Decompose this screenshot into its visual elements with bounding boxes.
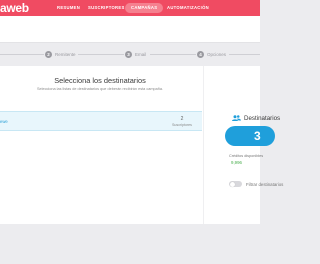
list-subscriber-label: Suscriptores — [172, 123, 192, 127]
nav-item-automatizacion[interactable]: AUTOMATIZACIÓN — [167, 0, 209, 16]
nav-item-campanas[interactable]: CAMPAÑAS — [131, 0, 157, 16]
step-number: 3 — [125, 50, 132, 58]
filter-label: Filtrar destinatarios — [246, 181, 284, 187]
recipient-count: 3 — [254, 129, 261, 143]
step-label: Opciones — [207, 51, 227, 57]
wizard-step-remitente[interactable]: 2 Remitente — [45, 48, 76, 60]
wizard-step-email[interactable]: 3 Email — [125, 48, 146, 60]
step-label: Email — [135, 51, 147, 57]
summary-header: Destinatarios — [232, 114, 280, 122]
nav-item-resumen[interactable]: RESUMEN — [57, 0, 80, 16]
summary-title: Destinatarios — [244, 114, 281, 122]
page-header — [0, 16, 260, 43]
users-icon — [232, 115, 241, 121]
top-navbar: aweb RESUMEN SUSCRIPTORES CAMPAÑAS AUTOM… — [0, 0, 260, 16]
step-connector — [150, 53, 196, 55]
credits-label: Créditos disponibles — [229, 154, 264, 158]
panel-title: Selecciona los destinatarios — [54, 76, 146, 85]
recipient-count-badge: 3 — [225, 126, 275, 146]
app-logo[interactable]: aweb — [0, 1, 29, 15]
recipients-summary: Destinatarios 3 Créditos disponibles 9,9… — [203, 66, 283, 224]
wizard-steps: 2 Remitente 3 Email 4 Opciones — [0, 48, 260, 60]
nav-item-suscriptores[interactable]: SUSCRIPTORES — [88, 0, 125, 16]
list-row[interactable]: ewe 2 Suscriptores — [0, 111, 202, 131]
step-number: 4 — [197, 50, 204, 58]
list-name: ewe — [0, 119, 8, 124]
credits-value: 9,996 — [231, 160, 242, 165]
panel-subtitle: Selecciona las listas de destinatarios q… — [36, 87, 163, 91]
step-connector — [78, 53, 124, 55]
step-connector — [0, 53, 44, 55]
step-number: 2 — [45, 50, 52, 58]
filter-toggle[interactable] — [229, 181, 242, 187]
list-subscriber-count: 2 — [180, 116, 184, 122]
step-label: Remitente — [55, 51, 76, 57]
filter-recipients-toggle-row[interactable]: Filtrar destinatarios — [229, 180, 283, 188]
recipients-panel: Selecciona los destinatarios Selecciona … — [0, 66, 283, 224]
wizard-step-opciones[interactable]: 4 Opciones — [197, 48, 226, 60]
step-connector — [229, 53, 260, 55]
toggle-knob — [229, 181, 235, 187]
